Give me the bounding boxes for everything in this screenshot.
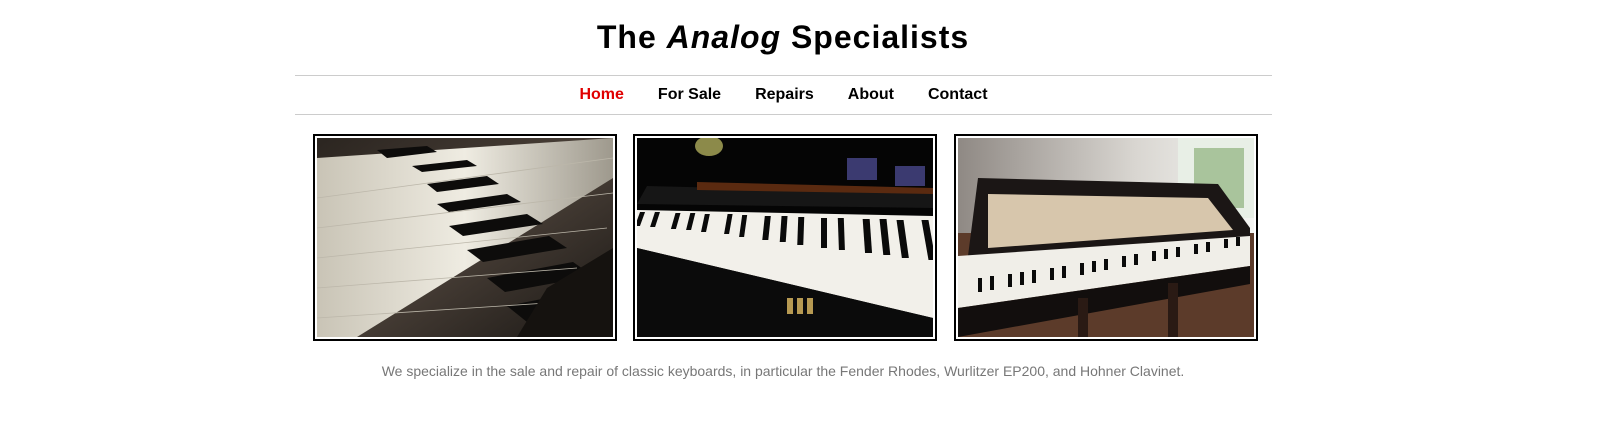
nav-item-contact[interactable]: Contact bbox=[928, 86, 988, 104]
nav-item-about[interactable]: About bbox=[848, 86, 894, 104]
piano-keys-closeup-image bbox=[317, 138, 613, 337]
piano-keys-closeup-photo bbox=[313, 134, 617, 341]
title-suffix: Specialists bbox=[781, 19, 970, 55]
grand-piano-keyboard-image bbox=[637, 138, 933, 337]
steinway-grand-piano-side-photo bbox=[954, 134, 1258, 341]
grand-piano-keyboard-front-photo bbox=[633, 134, 937, 341]
site-title: The Analog Specialists bbox=[0, 18, 1566, 56]
main-nav: Home For Sale Repairs About Contact bbox=[295, 75, 1272, 115]
nav-item-for-sale[interactable]: For Sale bbox=[658, 86, 721, 104]
title-emphasis: Analog bbox=[666, 19, 782, 55]
nav-item-home[interactable]: Home bbox=[579, 86, 623, 104]
title-prefix: The bbox=[596, 19, 667, 55]
tagline: We specialize in the sale and repair of … bbox=[381, 363, 1185, 379]
nav-item-repairs[interactable]: Repairs bbox=[755, 86, 814, 104]
steinway-grand-piano-image bbox=[958, 138, 1254, 337]
